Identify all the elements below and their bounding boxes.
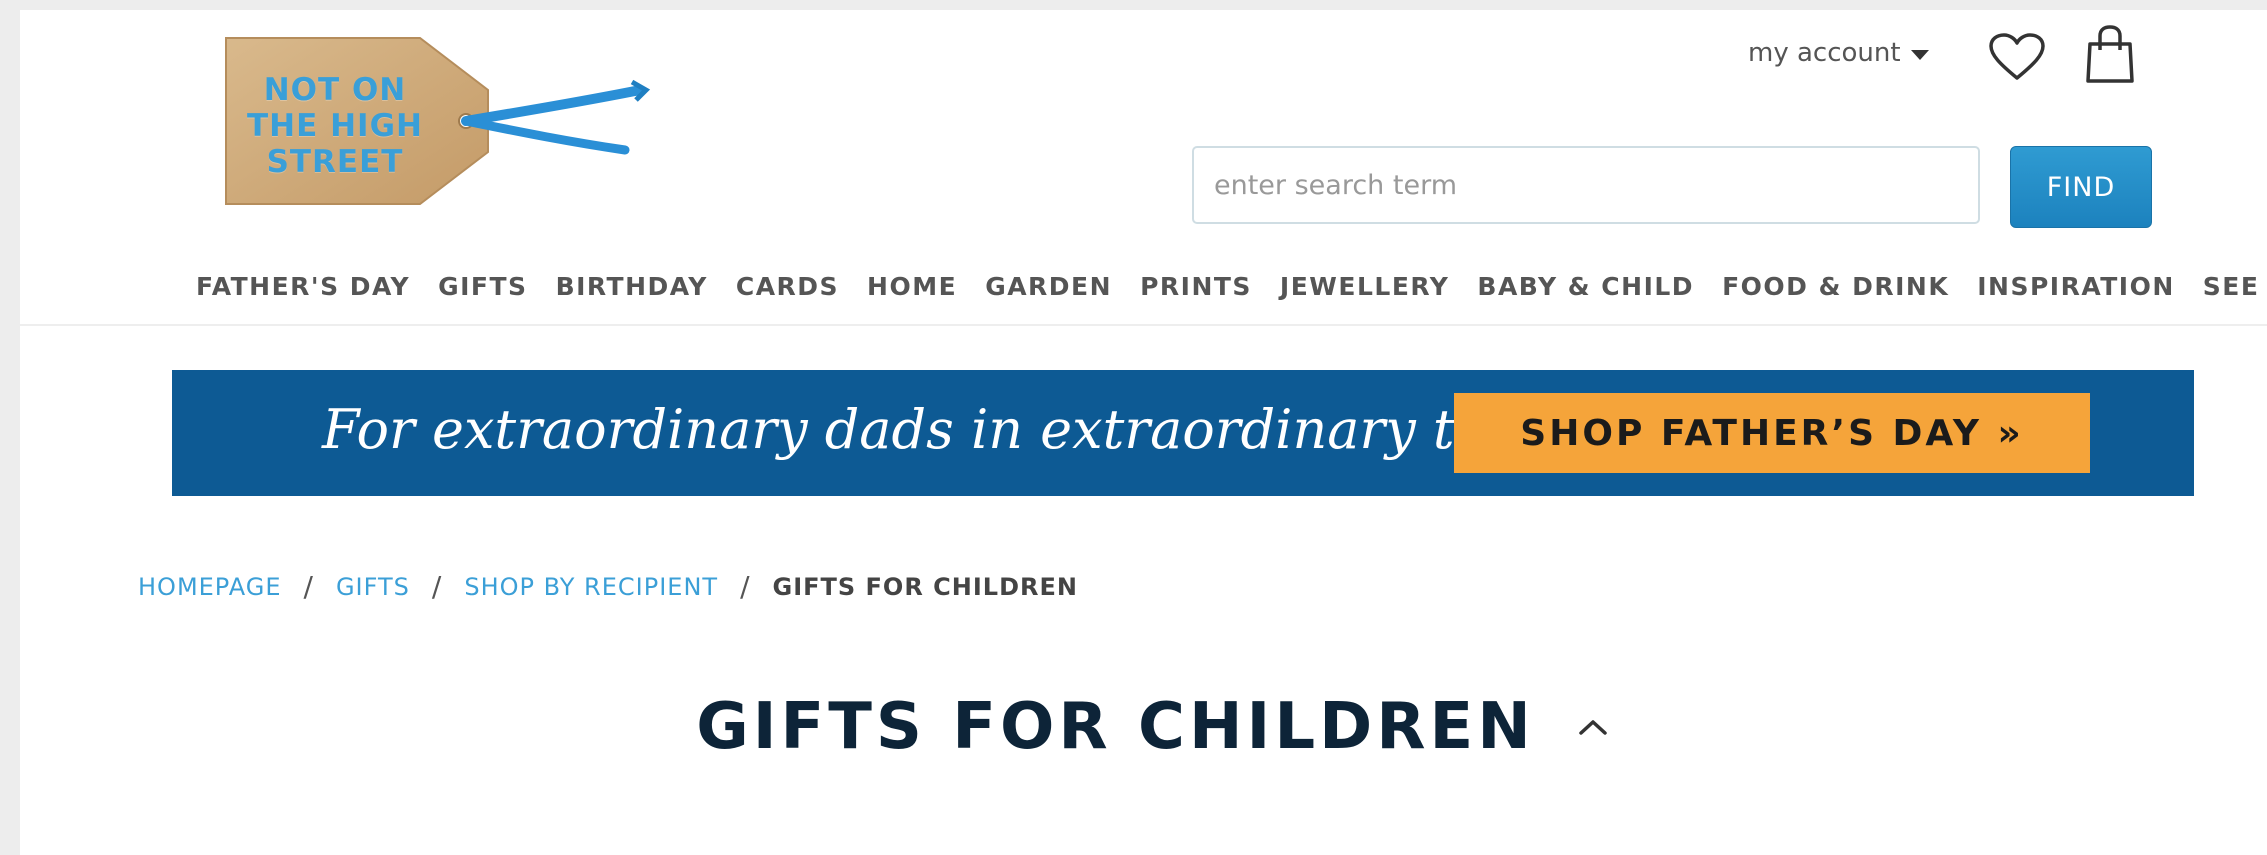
breadcrumb-current: GIFTS FOR CHILDREN — [772, 572, 1078, 601]
nav-item-cards[interactable]: CARDS — [722, 272, 853, 301]
nav-item-food-and-drink[interactable]: FOOD & DRINK — [1708, 272, 1963, 301]
heart-icon[interactable] — [1988, 32, 2046, 82]
logo-line-3: STREET — [266, 144, 404, 180]
nav-item-home[interactable]: HOME — [853, 272, 971, 301]
find-button[interactable]: FIND — [2010, 146, 2152, 228]
search-input[interactable] — [1192, 146, 1980, 224]
caret-down-icon — [1910, 50, 1929, 60]
nav-item-gifts[interactable]: GIFTS — [424, 272, 541, 301]
breadcrumb-separator: / — [303, 570, 314, 603]
nav-item-fathers-day[interactable]: FATHER'S DAY — [182, 272, 424, 301]
my-account-menu[interactable]: my account — [1748, 38, 1929, 68]
nav-item-see-more[interactable]: SEE MORE — [2189, 272, 2267, 301]
banner-headline: For extraordinary dads in extraordinary … — [322, 398, 1583, 461]
header-divider — [20, 324, 2267, 326]
breadcrumb-homepage[interactable]: HOMEPAGE — [138, 573, 282, 601]
logo-line-1: NOT ON — [263, 72, 407, 108]
breadcrumb-separator: / — [431, 570, 443, 603]
main-nav: FATHER'S DAY GIFTS BIRTHDAY CARDS HOME G… — [182, 272, 2267, 301]
logo-line-2: THE HIGH — [247, 108, 423, 144]
breadcrumb-shop-by-recipient[interactable]: SHOP BY RECIPIENT — [464, 573, 718, 601]
nav-item-baby-and-child[interactable]: BABY & CHILD — [1463, 272, 1708, 301]
page-title-row: GIFTS FOR CHILDREN — [20, 690, 2267, 764]
nav-item-jewellery[interactable]: JEWELLERY — [1266, 272, 1463, 301]
shopping-bag-icon[interactable] — [2086, 24, 2134, 84]
promo-banner[interactable]: For extraordinary dads in extraordinary … — [172, 370, 2194, 496]
my-account-label: my account — [1748, 38, 1901, 68]
breadcrumb: HOMEPAGE / GIFTS / SHOP BY RECIPIENT / G… — [138, 570, 1078, 603]
shop-fathers-day-button[interactable]: SHOP FATHER’S DAY » — [1454, 393, 2090, 473]
breadcrumb-separator: / — [740, 570, 751, 603]
chevron-up-icon[interactable] — [1575, 715, 1611, 739]
nav-item-garden[interactable]: GARDEN — [971, 272, 1126, 301]
site-logo[interactable]: NOT ON THE HIGH STREET — [220, 32, 660, 232]
page: NOT ON THE HIGH STREET my account FIND F… — [20, 10, 2267, 855]
page-title: GIFTS FOR CHILDREN — [696, 690, 1535, 764]
breadcrumb-gifts[interactable]: GIFTS — [336, 573, 410, 601]
nav-item-inspiration[interactable]: INSPIRATION — [1963, 272, 2189, 301]
logo-wordmark: NOT ON THE HIGH STREET — [220, 72, 450, 180]
nav-item-prints[interactable]: PRINTS — [1126, 272, 1266, 301]
nav-item-birthday[interactable]: BIRTHDAY — [542, 272, 722, 301]
